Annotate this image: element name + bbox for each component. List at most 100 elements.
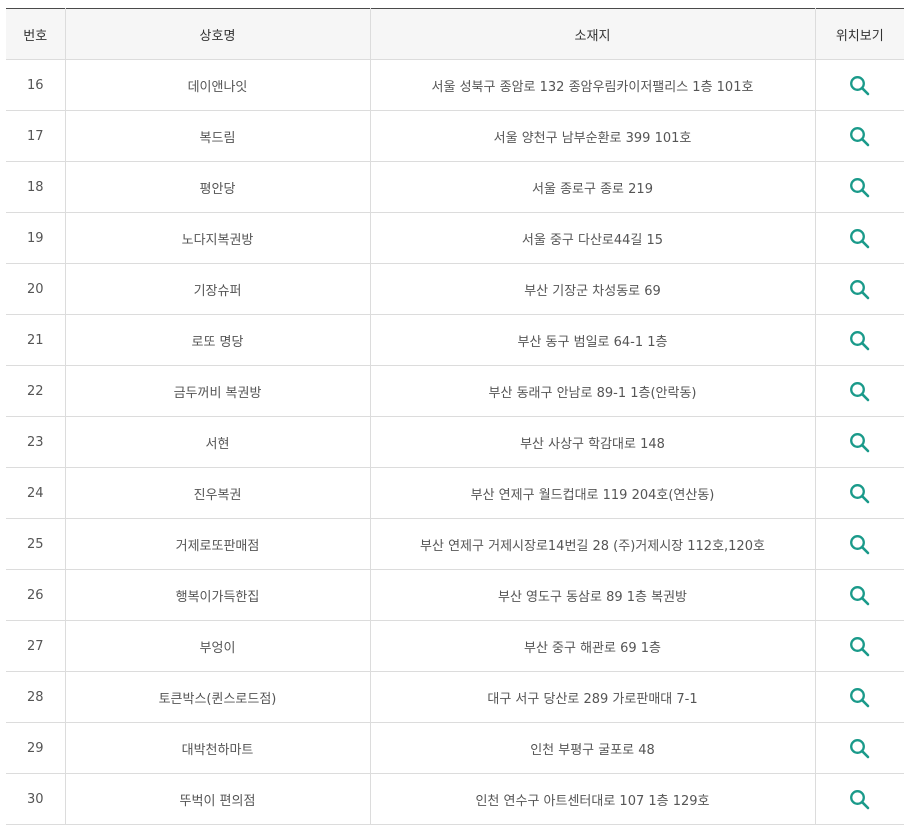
search-icon <box>850 585 870 605</box>
row-number: 22 <box>6 365 65 417</box>
row-location-cell <box>814 314 904 366</box>
view-location-button[interactable] <box>847 378 873 404</box>
row-address: 대구 서구 당산로 289 가로판매대 7-1 <box>369 671 815 723</box>
row-location-cell <box>814 212 904 264</box>
row-store-name: 토큰박스(퀸스로드점) <box>64 671 370 723</box>
row-number: 17 <box>6 110 65 162</box>
row-number: 19 <box>6 212 65 264</box>
store-list-table: 번호 상호명 소재지 위치보기 16 데이앤나잇 서울 성북구 종암로 132 종암… <box>6 8 904 825</box>
row-number: 28 <box>6 671 65 723</box>
view-location-button[interactable] <box>847 72 873 98</box>
view-location-button[interactable] <box>847 123 873 149</box>
view-location-button[interactable] <box>847 582 873 608</box>
table-row: 28 토큰박스(퀸스로드점) 대구 서구 당산로 289 가로판매대 7-1 <box>6 671 904 723</box>
view-location-button[interactable] <box>847 174 873 200</box>
search-icon <box>850 534 870 554</box>
view-location-button[interactable] <box>847 480 873 506</box>
row-address: 인천 부평구 굴포로 48 <box>369 722 815 774</box>
row-number: 20 <box>6 263 65 315</box>
search-icon <box>850 126 870 146</box>
table-row: 23 서현 부산 사상구 학감대로 148 <box>6 416 904 468</box>
row-location-cell <box>814 620 904 672</box>
row-number: 30 <box>6 773 65 825</box>
table-row: 22 금두꺼비 복권방 부산 동래구 안남로 89-1 1층(안락동) <box>6 365 904 417</box>
row-address: 서울 중구 다산로44길 15 <box>369 212 815 264</box>
view-location-button[interactable] <box>847 735 873 761</box>
row-location-cell <box>814 518 904 570</box>
view-location-button[interactable] <box>847 633 873 659</box>
row-location-cell <box>814 110 904 162</box>
row-address: 부산 중구 해관로 69 1층 <box>369 620 815 672</box>
view-location-button[interactable] <box>847 684 873 710</box>
search-icon <box>850 381 870 401</box>
row-number: 27 <box>6 620 65 672</box>
table-row: 25 거제로또판매점 부산 연제구 거제시장로14번길 28 (주)거제시장 112… <box>6 518 904 570</box>
search-icon <box>850 177 870 197</box>
view-location-button[interactable] <box>847 276 873 302</box>
row-address: 부산 연제구 거제시장로14번길 28 (주)거제시장 112호,120호 <box>369 518 815 570</box>
row-location-cell <box>814 467 904 519</box>
row-address: 서울 성북구 종암로 132 종암우림카이저팰리스 1층 101호 <box>369 59 815 111</box>
header-location: 위치보기 <box>814 8 904 60</box>
header-store-name: 상호명 <box>64 8 370 60</box>
view-location-button[interactable] <box>847 429 873 455</box>
table-row: 16 데이앤나잇 서울 성북구 종암로 132 종암우림카이저팰리스 1층 101호 <box>6 59 904 111</box>
row-location-cell <box>814 773 904 825</box>
row-address: 부산 기장군 차성동로 69 <box>369 263 815 315</box>
search-icon <box>850 789 870 809</box>
row-store-name: 금두꺼비 복권방 <box>64 365 370 417</box>
row-store-name: 로또 명당 <box>64 314 370 366</box>
row-location-cell <box>814 161 904 213</box>
search-icon <box>850 483 870 503</box>
search-icon <box>850 738 870 758</box>
table-row: 29 대박천하마트 인천 부평구 굴포로 48 <box>6 722 904 774</box>
table-body: 16 데이앤나잇 서울 성북구 종암로 132 종암우림카이저팰리스 1층 101호… <box>6 59 904 825</box>
search-icon <box>850 330 870 350</box>
row-location-cell <box>814 671 904 723</box>
view-location-button[interactable] <box>847 327 873 353</box>
row-address: 인천 연수구 아트센터대로 107 1층 129호 <box>369 773 815 825</box>
row-store-name: 거제로또판매점 <box>64 518 370 570</box>
row-store-name: 노다지복권방 <box>64 212 370 264</box>
row-address: 부산 사상구 학감대로 148 <box>369 416 815 468</box>
header-number: 번호 <box>6 8 65 60</box>
row-number: 25 <box>6 518 65 570</box>
row-address: 부산 동래구 안남로 89-1 1층(안락동) <box>369 365 815 417</box>
table-row: 17 복드림 서울 양천구 남부순환로 399 101호 <box>6 110 904 162</box>
search-icon <box>850 228 870 248</box>
row-number: 23 <box>6 416 65 468</box>
search-icon <box>850 432 870 452</box>
row-location-cell <box>814 722 904 774</box>
row-store-name: 복드림 <box>64 110 370 162</box>
table-row: 18 평안당 서울 종로구 종로 219 <box>6 161 904 213</box>
search-icon <box>850 687 870 707</box>
row-location-cell <box>814 59 904 111</box>
row-location-cell <box>814 365 904 417</box>
view-location-button[interactable] <box>847 786 873 812</box>
view-location-button[interactable] <box>847 225 873 251</box>
table-row: 26 행복이가득한집 부산 영도구 동삼로 89 1층 복권방 <box>6 569 904 621</box>
table-row: 30 뚜벅이 편의점 인천 연수구 아트센터대로 107 1층 129호 <box>6 773 904 825</box>
row-location-cell <box>814 569 904 621</box>
row-store-name: 평안당 <box>64 161 370 213</box>
row-number: 26 <box>6 569 65 621</box>
row-number: 18 <box>6 161 65 213</box>
row-store-name: 행복이가득한집 <box>64 569 370 621</box>
view-location-button[interactable] <box>847 531 873 557</box>
search-icon <box>850 75 870 95</box>
search-icon <box>850 636 870 656</box>
row-store-name: 뚜벅이 편의점 <box>64 773 370 825</box>
row-store-name: 진우복권 <box>64 467 370 519</box>
row-location-cell <box>814 263 904 315</box>
table-row: 27 부엉이 부산 중구 해관로 69 1층 <box>6 620 904 672</box>
row-store-name: 부엉이 <box>64 620 370 672</box>
row-address: 부산 영도구 동삼로 89 1층 복권방 <box>369 569 815 621</box>
table-header-row: 번호 상호명 소재지 위치보기 <box>6 8 904 60</box>
row-address: 서울 양천구 남부순환로 399 101호 <box>369 110 815 162</box>
row-number: 24 <box>6 467 65 519</box>
search-icon <box>850 279 870 299</box>
table-row: 24 진우복권 부산 연제구 월드컵대로 119 204호(연산동) <box>6 467 904 519</box>
row-address: 서울 종로구 종로 219 <box>369 161 815 213</box>
row-number: 16 <box>6 59 65 111</box>
row-store-name: 서현 <box>64 416 370 468</box>
